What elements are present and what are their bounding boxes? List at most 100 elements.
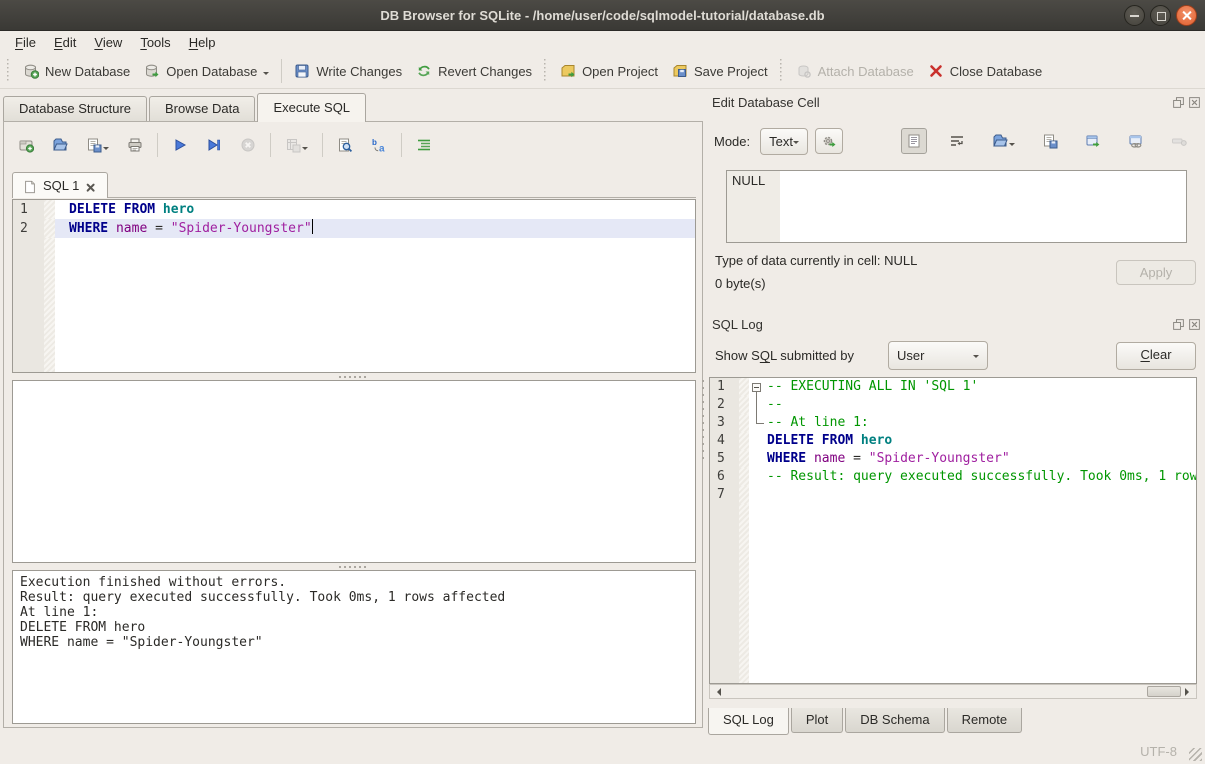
print-button[interactable] (123, 132, 147, 158)
main-toolbar: New DatabaseOpen Database Write ChangesRe… (0, 54, 1205, 89)
toolbar-sep (401, 133, 402, 157)
new-database-button[interactable]: New Database (16, 58, 137, 84)
open-sql-button[interactable] (48, 132, 72, 158)
execute-all-icon (172, 137, 188, 153)
dropdown-caret-icon (103, 147, 109, 153)
cell-null-indicator: NULL (727, 171, 780, 242)
close-button[interactable] (1176, 5, 1197, 26)
message-line: WHERE name = "Spider-Youngster" (20, 635, 688, 650)
tab-browse-data[interactable]: Browse Data (149, 96, 255, 122)
open-project-button[interactable]: Open Project (553, 58, 665, 84)
float-dock-icon[interactable] (1172, 96, 1185, 109)
stop-button[interactable] (236, 132, 260, 158)
menu-file[interactable]: File (6, 32, 45, 53)
execute-all-button[interactable] (168, 132, 192, 158)
open-external-button[interactable] (1080, 128, 1106, 154)
tab-database-structure[interactable]: Database Structure (3, 96, 147, 122)
close-database-icon (928, 63, 944, 79)
splitter-handle[interactable] (12, 373, 696, 380)
resize-grip[interactable] (1189, 748, 1202, 761)
log-horizontal-scrollbar[interactable] (709, 684, 1197, 699)
write-changes-icon (294, 63, 310, 79)
toolbar-handle (778, 59, 786, 83)
main-tab-bar: Database StructureBrowse DataExecute SQL (3, 95, 368, 122)
dock-tab-remote[interactable]: Remote (947, 708, 1023, 733)
cell-value-editor[interactable]: NULL (726, 170, 1187, 243)
line-number: 2 (710, 396, 739, 414)
toolbar-sep (322, 133, 323, 157)
print-icon (127, 137, 143, 153)
clear-button[interactable]: Clear (1116, 342, 1196, 370)
text-cursor (312, 219, 314, 234)
scroll-right-icon[interactable] (1182, 685, 1196, 698)
find-icon (337, 137, 353, 153)
format-sql-button[interactable] (412, 132, 436, 158)
message-line: DELETE FROM hero (20, 620, 688, 635)
attach-database-icon (796, 63, 812, 79)
new-tab-button[interactable] (14, 132, 38, 158)
sql-editor-toolbar: ba (14, 132, 446, 158)
export-results-button[interactable] (281, 132, 312, 158)
attach-database-button[interactable]: Attach Database (789, 58, 921, 84)
window-title: DB Browser for SQLite - /home/user/code/… (380, 8, 824, 23)
menu-edit[interactable]: Edit (45, 32, 85, 53)
format-sql-icon (416, 137, 432, 153)
close-database-button[interactable]: Close Database (921, 58, 1050, 84)
tab-execute-sql[interactable]: Execute SQL (257, 93, 366, 122)
cell-editor-icons (901, 128, 1205, 154)
text-doc-button[interactable] (901, 128, 927, 154)
open-database-button[interactable]: Open Database (137, 58, 276, 84)
word-wrap-icon (949, 133, 965, 149)
save-project-button[interactable]: Save Project (665, 58, 775, 84)
close-dock-icon[interactable] (1188, 318, 1201, 331)
dropdown-caret-icon (263, 72, 269, 78)
sql-tab[interactable]: SQL 1 (12, 172, 108, 198)
dock-tab-db-schema[interactable]: DB Schema (845, 708, 944, 733)
sql-doc-icon (23, 179, 37, 193)
link-button[interactable] (1123, 128, 1149, 154)
scroll-left-icon[interactable] (710, 685, 724, 698)
write-changes-button[interactable]: Write Changes (287, 58, 409, 84)
dock-tab-plot[interactable]: Plot (791, 708, 843, 733)
float-dock-icon[interactable] (1172, 318, 1185, 331)
save-sql-button[interactable] (82, 132, 113, 158)
maximize-icon (1157, 12, 1166, 21)
scrollbar-thumb[interactable] (1147, 686, 1181, 697)
close-tab-icon[interactable] (85, 180, 97, 192)
sql-editor[interactable]: 1DELETE FROM hero2WHERE name = "Spider-Y… (12, 199, 696, 373)
close-dock-icon[interactable] (1188, 96, 1201, 109)
find-button[interactable] (333, 132, 357, 158)
svg-text:b: b (372, 138, 377, 147)
mode-select[interactable]: Text (760, 128, 808, 155)
dock-tab-sql-log[interactable]: SQL Log (708, 708, 789, 735)
menu-view[interactable]: View (85, 32, 131, 53)
mode-label: Mode: (714, 134, 750, 149)
menu-tools[interactable]: Tools (131, 32, 179, 53)
apply-button[interactable]: Apply (1116, 260, 1196, 285)
editor-line: 2WHERE name = "Spider-Youngster" (13, 219, 695, 238)
menu-help[interactable]: Help (180, 32, 225, 53)
log-line: 6-- Result: query executed successfully.… (710, 468, 1196, 486)
toolbar-sep (157, 133, 158, 157)
save-project-icon (672, 63, 688, 79)
new-tab-icon (18, 137, 34, 153)
minimize-button[interactable] (1124, 5, 1145, 26)
log-filter-select[interactable]: User (888, 341, 988, 370)
title-bar: DB Browser for SQLite - /home/user/code/… (0, 0, 1205, 31)
replace-button[interactable]: ba (367, 132, 391, 158)
execute-line-button[interactable] (202, 132, 226, 158)
maximize-button[interactable] (1150, 5, 1171, 26)
import-button[interactable] (987, 128, 1020, 154)
word-wrap-button[interactable] (944, 128, 970, 154)
splitter-handle[interactable] (12, 563, 696, 570)
save-cell-button[interactable] (1037, 128, 1063, 154)
sql-log-view[interactable]: 1-- EXECUTING ALL IN 'SQL 1'2--3-- At li… (709, 377, 1197, 684)
toolbar-sep (270, 133, 271, 157)
revert-changes-button[interactable]: Revert Changes (409, 58, 539, 84)
line-number: 3 (710, 414, 739, 432)
set-null-button[interactable] (1166, 128, 1192, 154)
set-null-icon (1171, 133, 1187, 149)
log-line: 5WHERE name = "Spider-Youngster" (710, 450, 1196, 468)
fold-collapse-icon[interactable] (752, 383, 761, 392)
auto-apply-button[interactable] (815, 128, 843, 154)
